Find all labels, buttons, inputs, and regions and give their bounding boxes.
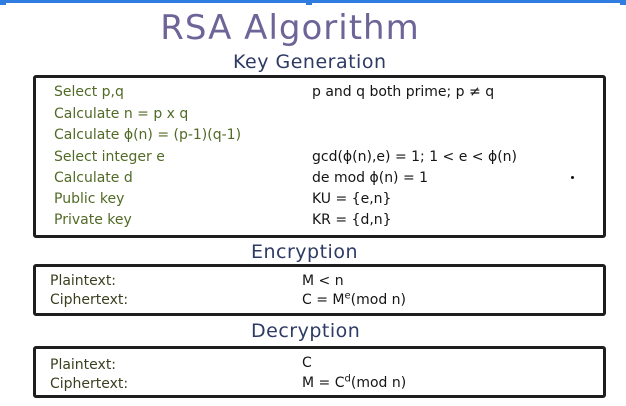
row-value: gcd(ϕ(n),e) = 1; 1 < e < ϕ(n) xyxy=(312,149,518,165)
row-value: p and q both prime; p ≠ q xyxy=(312,84,495,100)
row-label: Plaintext: xyxy=(50,273,117,289)
encryption-box: Plaintext: M < n Ciphertext: C = Me(mod … xyxy=(33,264,606,316)
decryption-box: Plaintext: C Ciphertext: M = Cd(mod n) xyxy=(33,346,606,398)
row-label: Private key xyxy=(54,212,132,228)
row-value: C xyxy=(302,355,312,371)
decryption-heading: Decryption xyxy=(251,320,361,342)
row-label: Calculate ϕ(n) = (p-1)(q-1) xyxy=(54,127,242,143)
key-generation-heading: Key Generation xyxy=(233,51,387,73)
row-value: C = Me(mod n) xyxy=(302,291,406,308)
row-label: Ciphertext: xyxy=(50,292,129,308)
row-label: Plaintext: xyxy=(50,357,117,373)
row-value: M < n xyxy=(302,273,344,289)
page-title: RSA Algorithm xyxy=(160,8,420,48)
row-value: KR = {d,n} xyxy=(312,212,392,228)
row-label: Calculate d xyxy=(54,170,133,186)
row-label: Public key xyxy=(54,191,125,207)
row-value: M = Cd(mod n) xyxy=(302,374,407,391)
stray-dot xyxy=(571,176,574,179)
row-label: Select p,q xyxy=(54,84,124,100)
row-label: Calculate n = p x q xyxy=(54,106,189,122)
row-value: de mod ϕ(n) = 1 xyxy=(312,170,429,186)
value-tail: (mod n) xyxy=(350,375,407,391)
row-label: Ciphertext: xyxy=(50,376,129,392)
value-base: C = M xyxy=(302,292,345,308)
selection-top-border xyxy=(0,0,626,5)
resize-handle-left[interactable] xyxy=(0,0,6,5)
resize-handle-center[interactable] xyxy=(306,0,312,5)
row-value: KU = {e,n} xyxy=(312,191,392,207)
encryption-heading: Encryption xyxy=(251,241,359,263)
row-label: Select integer e xyxy=(54,149,165,165)
resize-handle-right[interactable] xyxy=(620,0,626,5)
value-tail: (mod n) xyxy=(350,292,406,308)
value-base: M = C xyxy=(302,375,345,391)
key-generation-box: Select p,q p and q both prime; p ≠ q Cal… xyxy=(33,75,606,238)
